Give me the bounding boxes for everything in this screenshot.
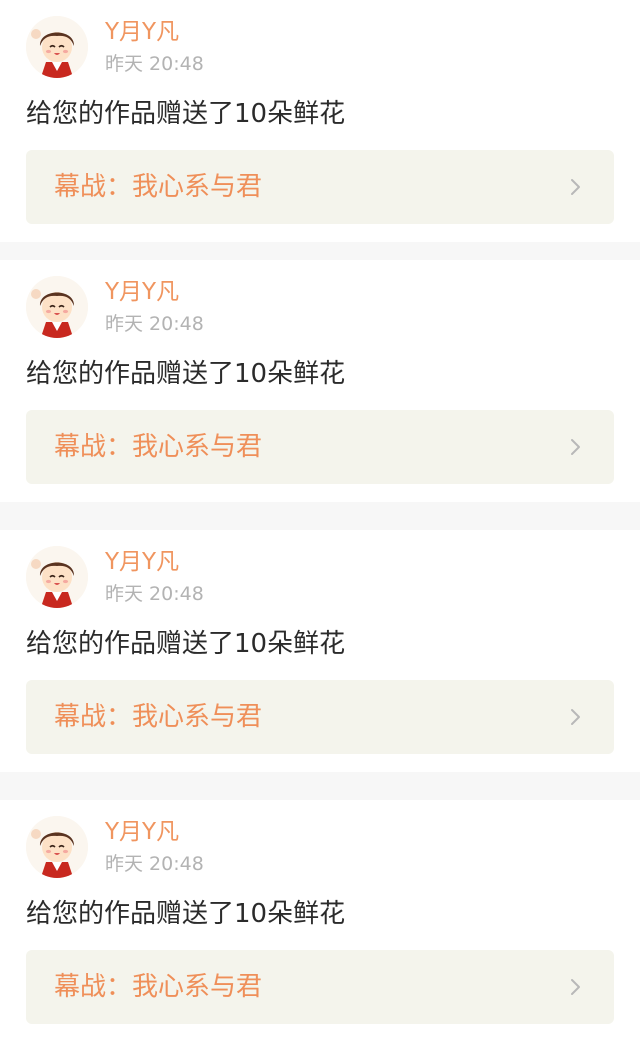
notification-message: 给您的作品赠送了10朵鲜花 (26, 899, 346, 929)
work-link-button[interactable]: 幕战：我心系与君 (26, 680, 614, 754)
user-avatar[interactable] (26, 16, 88, 78)
work-title: 幕战：我心系与君 (54, 972, 263, 1002)
notification-card: Y月Y凡 昨天 20:48 给您的作品赠送了10朵鲜花 幕战：我心系与君 (0, 260, 640, 502)
notification-card: Y月Y凡 昨天 20:48 给您的作品赠送了10朵鲜花 幕战：我心系与君 (0, 0, 640, 242)
work-link-button[interactable]: 幕战：我心系与君 (26, 150, 614, 224)
work-link-button[interactable]: 幕战：我心系与君 (26, 950, 614, 1024)
notification-message: 给您的作品赠送了10朵鲜花 (26, 629, 346, 659)
work-title: 幕战：我心系与君 (54, 172, 263, 202)
work-title: 幕战：我心系与君 (54, 432, 263, 462)
user-avatar[interactable] (26, 276, 88, 338)
cartoon-boy-avatar-icon (26, 546, 88, 608)
notification-card: Y月Y凡 昨天 20:48 给您的作品赠送了10朵鲜花 幕战：我心系与君 (0, 530, 640, 772)
timestamp: 昨天 20:48 (105, 313, 204, 335)
chevron-right-icon (571, 439, 580, 455)
cartoon-boy-avatar-icon (26, 16, 88, 78)
notification-feed: Y月Y凡 昨天 20:48 给您的作品赠送了10朵鲜花 幕战：我心系与君 Y月Y… (0, 0, 640, 1042)
notification-card: Y月Y凡 昨天 20:48 给您的作品赠送了10朵鲜花 幕战：我心系与君 (0, 800, 640, 1042)
username[interactable]: Y月Y凡 (105, 546, 179, 578)
username[interactable]: Y月Y凡 (105, 16, 179, 48)
cartoon-boy-avatar-icon (26, 816, 88, 878)
username[interactable]: Y月Y凡 (105, 276, 179, 308)
chevron-right-icon (571, 979, 580, 995)
chevron-right-icon (571, 709, 580, 725)
user-avatar[interactable] (26, 546, 88, 608)
timestamp: 昨天 20:48 (105, 583, 204, 605)
cartoon-boy-avatar-icon (26, 276, 88, 338)
work-link-button[interactable]: 幕战：我心系与君 (26, 410, 614, 484)
chevron-right-icon (571, 179, 580, 195)
timestamp: 昨天 20:48 (105, 853, 204, 875)
notification-message: 给您的作品赠送了10朵鲜花 (26, 359, 346, 389)
notification-message: 给您的作品赠送了10朵鲜花 (26, 99, 346, 129)
work-title: 幕战：我心系与君 (54, 702, 263, 732)
username[interactable]: Y月Y凡 (105, 816, 179, 848)
timestamp: 昨天 20:48 (105, 53, 204, 75)
user-avatar[interactable] (26, 816, 88, 878)
